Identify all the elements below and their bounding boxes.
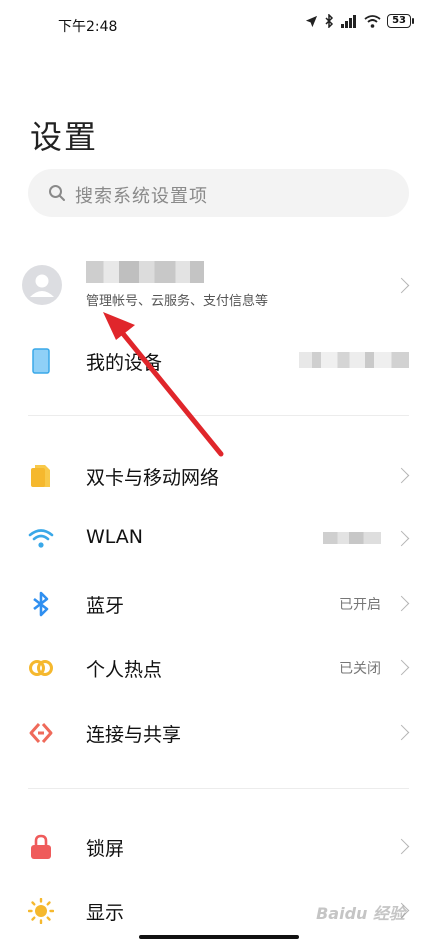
- page-title: 设置: [30, 118, 99, 156]
- connection-sharing-row[interactable]: 连接与共享: [0, 702, 435, 762]
- my-device-row[interactable]: 我的设备: [0, 330, 435, 390]
- bluetooth-row[interactable]: 蓝牙 已开启: [0, 573, 435, 633]
- status-time: 下午2:48: [58, 19, 118, 35]
- bluetooth-status-icon: [325, 14, 334, 28]
- bluetooth-icon: [33, 591, 49, 617]
- bluetooth-label: 蓝牙: [86, 595, 125, 617]
- chevron-right-icon: [393, 467, 410, 484]
- cellular-signal-icon: [341, 14, 357, 28]
- location-icon: [306, 15, 318, 27]
- lock-icon: [31, 834, 51, 859]
- display-label: 显示: [86, 902, 125, 924]
- chevron-right-icon: [393, 595, 410, 612]
- search-icon: [49, 185, 65, 201]
- sim-card-icon: [31, 465, 50, 487]
- search-bar[interactable]: 搜索系统设置项: [28, 169, 409, 217]
- wifi-status-icon: [364, 14, 381, 28]
- wlan-row[interactable]: WLAN: [0, 508, 435, 568]
- account-subtitle: 管理帐号、云服务、支付信息等: [86, 294, 269, 309]
- avatar: [22, 265, 62, 305]
- search-placeholder: 搜索系统设置项: [75, 186, 208, 207]
- sun-icon: [28, 898, 54, 924]
- status-bar: 下午2:48 53: [0, 0, 435, 50]
- wlan-network-blurred: [323, 532, 381, 544]
- wlan-label: WLAN: [86, 526, 144, 548]
- divider: [28, 415, 409, 416]
- connection-sharing-label: 连接与共享: [86, 724, 182, 746]
- dual-sim-mobile-network-row[interactable]: 双卡与移动网络: [0, 445, 435, 505]
- home-indicator[interactable]: [139, 935, 299, 939]
- hotspot-status: 已关闭: [339, 661, 381, 677]
- battery-icon: 53: [387, 14, 414, 28]
- chevron-right-icon: [393, 277, 410, 294]
- lock-screen-label: 锁屏: [86, 838, 125, 860]
- bluetooth-status: 已开启: [339, 597, 381, 613]
- user-icon: [30, 274, 54, 297]
- my-device-label: 我的设备: [86, 352, 163, 374]
- chevron-right-icon: [393, 530, 410, 547]
- divider: [28, 788, 409, 789]
- wifi-icon: [28, 529, 54, 548]
- account-row[interactable]: 管理帐号、云服务、支付信息等: [0, 245, 435, 325]
- device-icon: [32, 348, 50, 374]
- hotspot-icon: [29, 660, 53, 676]
- account-name-blurred: [86, 261, 204, 283]
- chevron-right-icon: [393, 724, 410, 741]
- dual-sim-label: 双卡与移动网络: [86, 467, 220, 489]
- connection-share-icon: [29, 723, 53, 743]
- device-name-blurred: [299, 352, 409, 368]
- baidu-watermark: Baidu 经验: [316, 904, 405, 923]
- chevron-right-icon: [393, 659, 410, 676]
- personal-hotspot-row[interactable]: 个人热点 已关闭: [0, 637, 435, 697]
- hotspot-label: 个人热点: [86, 659, 163, 681]
- chevron-right-icon: [393, 838, 410, 855]
- status-icons: 53: [305, 14, 414, 28]
- lock-screen-row[interactable]: 锁屏: [0, 816, 435, 876]
